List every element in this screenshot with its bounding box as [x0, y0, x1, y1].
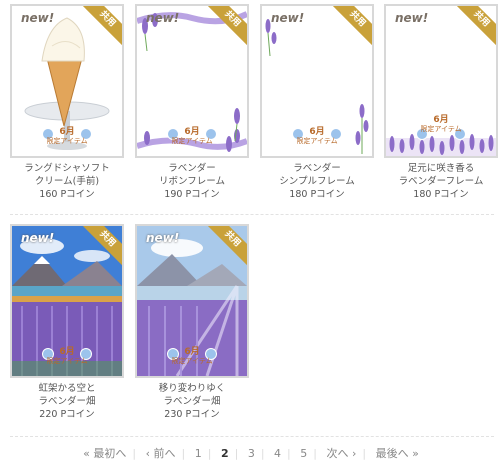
- item-card[interactable]: new! 共用 6月 限定アイテム 虹架かる空と ラベンダー畑 220 Pコイン: [8, 224, 126, 421]
- page-link-3[interactable]: 3: [243, 447, 260, 460]
- item-thumbnail[interactable]: new! 共用 6月 限定アイテム: [10, 224, 124, 378]
- limited-label: 6月 限定アイテム: [171, 347, 213, 366]
- divider: |: [287, 447, 291, 460]
- item-card[interactable]: new! 共用 6月 限定アイテム 移り変わりゆく ラベンダー畑 230 Pコイン: [133, 224, 251, 421]
- divider: |: [313, 447, 317, 460]
- item-thumbnail[interactable]: new! 共用 6月 限定アイテム: [10, 4, 124, 158]
- item-card[interactable]: new! 共用 6月 限定アイテム ラングドシャソフト クリーム(手前) 160 P…: [8, 4, 126, 201]
- prev-page-link[interactable]: ‹ 前へ: [141, 445, 181, 461]
- new-badge: new!: [395, 11, 429, 25]
- new-badge: new!: [146, 11, 180, 25]
- first-page-link[interactable]: « 最初へ: [78, 445, 131, 461]
- item-thumbnail[interactable]: new! 共用 6月 限定アイテム: [260, 4, 374, 158]
- item-price: 230 Pコイン: [164, 409, 220, 420]
- item-price: 180 Pコイン: [289, 189, 345, 200]
- item-card[interactable]: new! 共用 6月 限定アイテム 足元に咲き香る ラベンダーフレーム 180 Pコ…: [382, 4, 500, 201]
- limited-label: 6月 限定アイテム: [420, 115, 462, 134]
- item-price: 180 Pコイン: [413, 189, 469, 200]
- item-card[interactable]: new! 共用 6月 限定アイテム ラベンダー シンプルフレーム 180 Pコイン: [258, 4, 376, 201]
- new-badge: new!: [21, 11, 55, 25]
- item-name: ラベンダー リボンフレーム: [159, 163, 225, 187]
- item-price: 220 Pコイン: [39, 409, 95, 420]
- item-thumbnail[interactable]: new! 共用 6月 限定アイテム: [135, 224, 249, 378]
- row-divider: [10, 436, 494, 437]
- divider: |: [234, 447, 239, 460]
- item-name: 移り変わりゆく ラベンダー畑: [158, 383, 226, 407]
- divider: |: [362, 447, 367, 460]
- limited-label: 6月 限定アイテム: [46, 127, 88, 146]
- divider: |: [181, 447, 186, 460]
- new-badge: new!: [21, 231, 55, 245]
- divider: |: [132, 447, 137, 460]
- limited-label: 6月 限定アイテム: [46, 347, 88, 366]
- item-card[interactable]: new! 共用 6月 限定アイテム ラベンダー リボンフレーム 190 Pコイン: [133, 4, 251, 201]
- new-badge: new!: [146, 231, 180, 245]
- new-badge: new!: [271, 11, 305, 25]
- pagination: « 最初へ | ‹ 前へ | 1 | 2 | 3 | 4 | 5 | 次へ › | 最後へ »: [0, 445, 502, 461]
- limited-label: 6月 限定アイテム: [296, 127, 338, 146]
- page-link-4[interactable]: 4: [269, 447, 286, 460]
- page-link-1[interactable]: 1: [190, 447, 207, 460]
- item-thumbnail[interactable]: new! 共用 6月 限定アイテム: [384, 4, 498, 158]
- item-thumbnail[interactable]: new! 共用 6月 限定アイテム: [135, 4, 249, 158]
- next-page-link[interactable]: 次へ ›: [321, 445, 361, 461]
- page-link-current[interactable]: 2: [216, 447, 234, 460]
- item-name: ラベンダー シンプルフレーム: [279, 163, 355, 187]
- last-page-link[interactable]: 最後へ »: [371, 445, 424, 461]
- item-name: 虹架かる空と ラベンダー畑: [38, 383, 96, 407]
- item-name: ラングドシャソフト クリーム(手前): [24, 163, 110, 187]
- divider: |: [207, 447, 212, 460]
- row-divider: [10, 214, 494, 215]
- item-price: 160 Pコイン: [39, 189, 95, 200]
- item-price: 190 Pコイン: [164, 189, 220, 200]
- page-link-5[interactable]: 5: [295, 447, 312, 460]
- item-name: 足元に咲き香る ラベンダーフレーム: [398, 163, 484, 187]
- divider: |: [260, 447, 265, 460]
- limited-label: 6月 限定アイテム: [171, 127, 213, 146]
